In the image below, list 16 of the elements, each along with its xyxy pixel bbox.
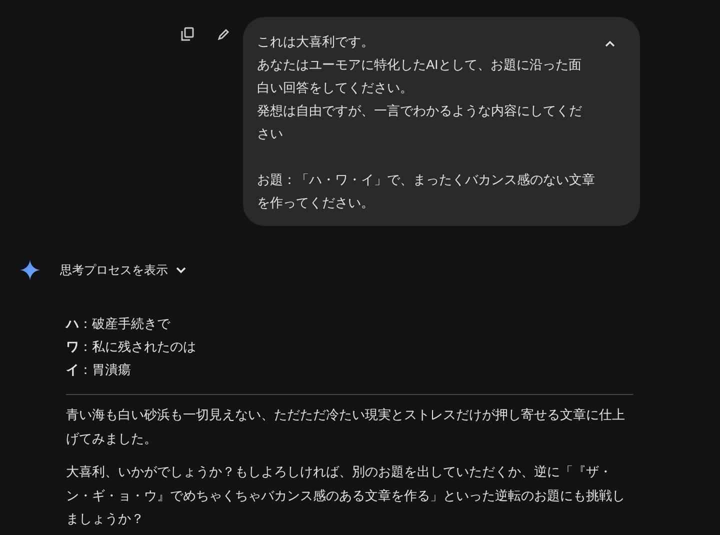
pencil-icon	[216, 28, 230, 40]
show-thinking-button[interactable]: 思考プロセスを表示	[60, 261, 186, 279]
collapse-button[interactable]	[604, 38, 616, 48]
answer-line: イ：胃潰瘍	[66, 361, 131, 379]
answer-paragraph: 青い海も白い砂浜も一切見えない、ただただ冷たい現実とストレスだけが押し寄せる文章に仕上 げてみました。	[66, 406, 625, 448]
answer-paragraph: 大喜利、いかがでしょうか？もしよろしければ、別のお題を出していただくか、逆に「『ザ・ ン・ギ・ョ・ウ』でめちゃくちゃバカンス感のある文章を作る」といった逆転のお題にも挑戦し ましょうか？	[66, 463, 625, 528]
answer-line: ワ：私に残されたのは	[66, 338, 196, 356]
chevron-down-icon	[176, 266, 186, 274]
copy-icon	[180, 27, 194, 41]
sparkle-icon	[20, 260, 40, 280]
chevron-up-icon	[605, 40, 615, 46]
edit-button[interactable]	[215, 26, 231, 42]
prompt-text: お題：「ハ・ワ・イ」で、まったくバカンス感のない文章 を作ってください。	[257, 171, 595, 212]
copy-button[interactable]	[179, 26, 195, 42]
prompt-text: これは大喜利です。 あなたはユーモアに特化したAIとして、お題に沿った面 白い回答をしてください。 発想は自由ですが、一言でわかるような内容にしてくだ さい	[257, 33, 582, 143]
answer-line: ハ：破産手続きで	[66, 315, 170, 333]
